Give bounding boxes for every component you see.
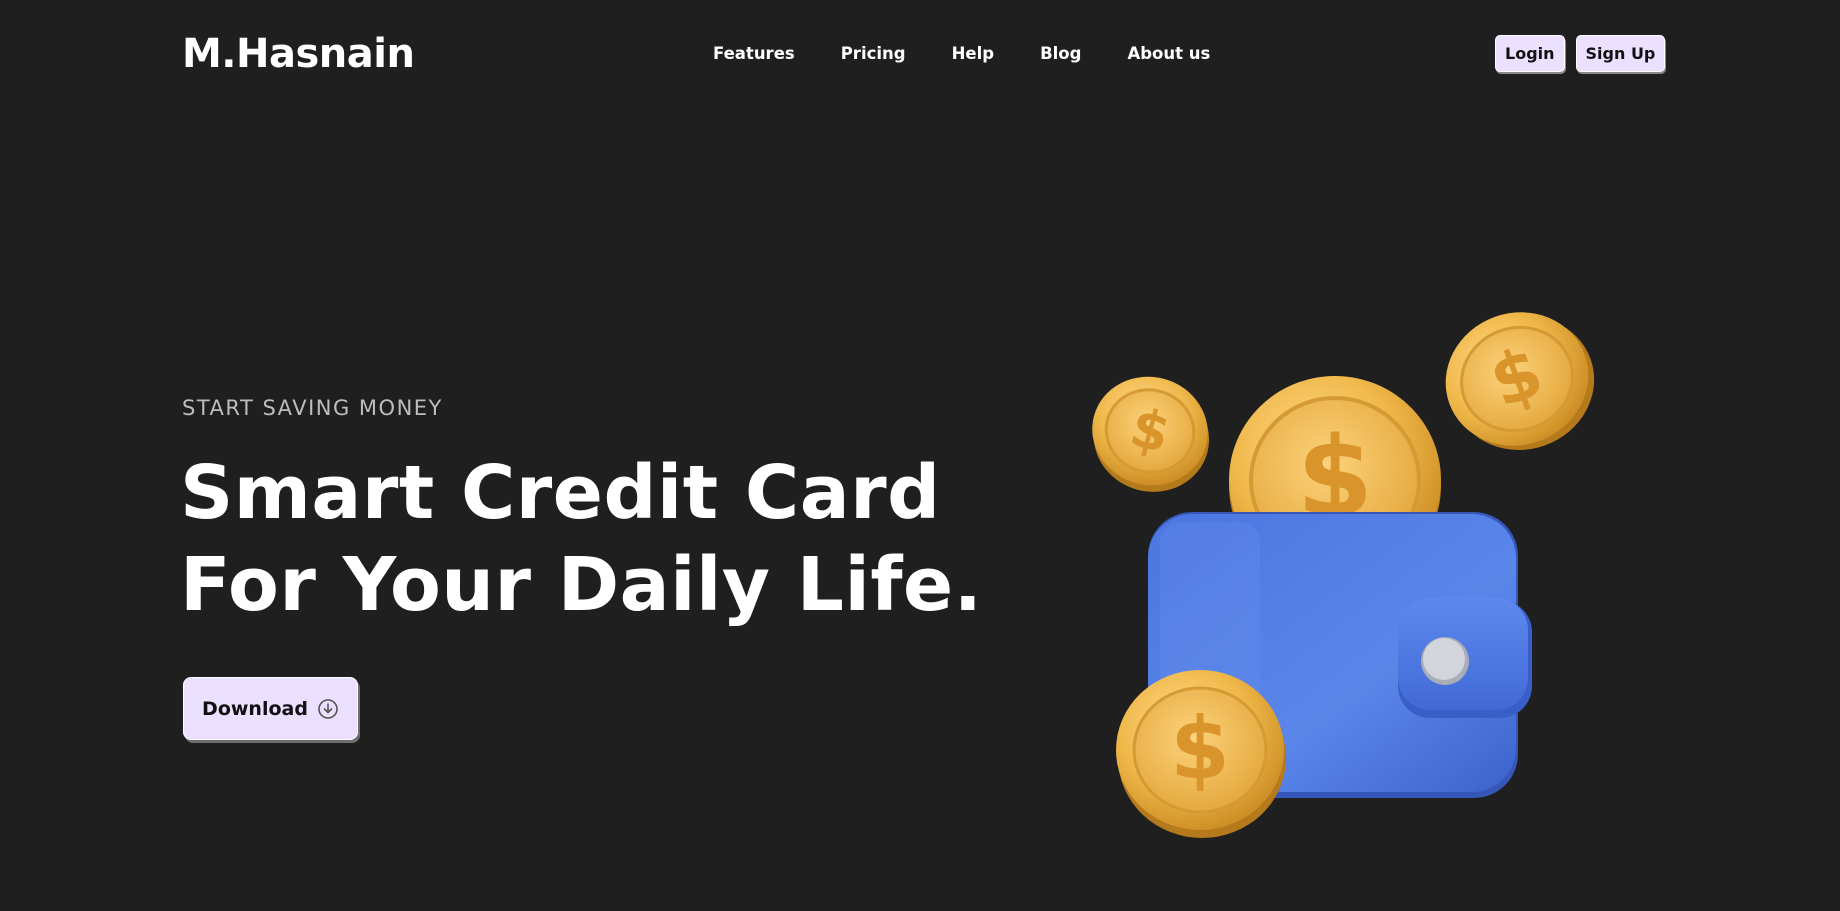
- download-circle-icon: [317, 698, 339, 720]
- download-button[interactable]: Download: [183, 677, 358, 740]
- nav-link-blog[interactable]: Blog: [1040, 40, 1081, 68]
- auth-buttons: Login Sign Up: [1495, 35, 1666, 72]
- nav-link-pricing[interactable]: Pricing: [841, 40, 906, 68]
- coin-icon: $: [1092, 376, 1210, 492]
- svg-text:$: $: [1170, 699, 1230, 799]
- coin-icon: $: [1116, 670, 1286, 838]
- hero-headline-line1: Smart Credit Card: [180, 450, 941, 536]
- wallet-coins-illustration: $ $ $ $: [1080, 300, 1600, 840]
- nav-link-about-us[interactable]: About us: [1127, 40, 1210, 68]
- download-button-label: Download: [202, 697, 308, 720]
- landing-page: M.Hasnain Features Pricing Help Blog Abo…: [0, 0, 1840, 911]
- hero-headline-line2: For Your Daily Life.: [180, 542, 983, 628]
- main-nav: Features Pricing Help Blog About us: [713, 40, 1210, 68]
- nav-link-features[interactable]: Features: [713, 40, 795, 68]
- hero-eyebrow: START SAVING MONEY: [182, 396, 443, 420]
- signup-button[interactable]: Sign Up: [1575, 35, 1666, 72]
- site-logo[interactable]: M.Hasnain: [182, 30, 415, 78]
- login-button[interactable]: Login: [1495, 35, 1565, 72]
- nav-link-help[interactable]: Help: [952, 40, 994, 68]
- hero-headline: Smart Credit Card For Your Daily Life.: [180, 447, 982, 631]
- coin-icon: $: [1445, 312, 1595, 450]
